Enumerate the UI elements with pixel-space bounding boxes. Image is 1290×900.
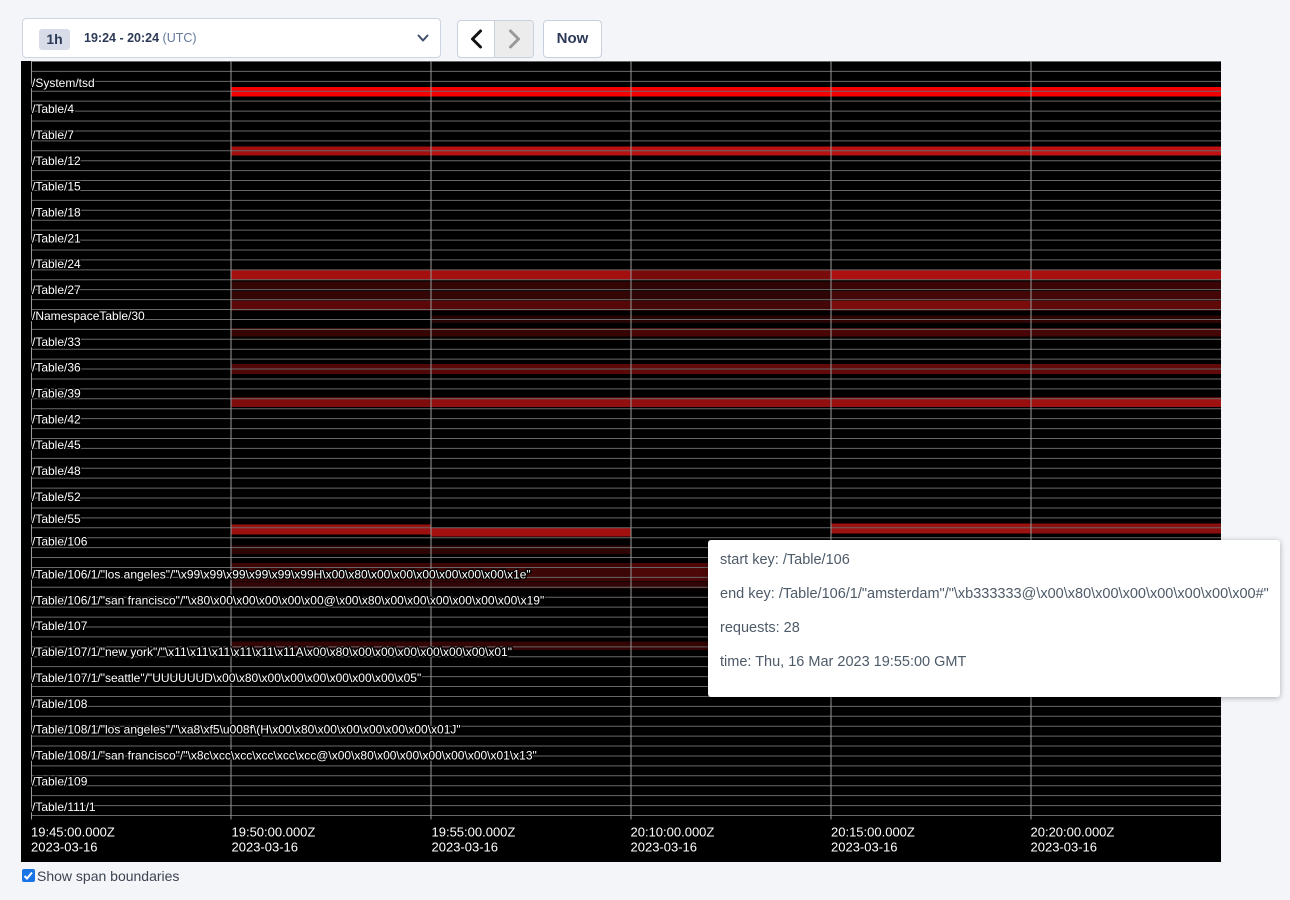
- svg-text:/Table/12: /Table/12: [32, 154, 81, 168]
- svg-text:2023-03-16: 2023-03-16: [631, 840, 698, 855]
- svg-text:/Table/15: /Table/15: [32, 180, 81, 194]
- svg-text:/Table/108/1/"los angeles"/"\x: /Table/108/1/"los angeles"/"\xa8\xf5\u00…: [32, 723, 461, 737]
- svg-text:/Table/108: /Table/108: [32, 697, 88, 711]
- svg-text:20:20:00.000Z: 20:20:00.000Z: [1031, 825, 1115, 840]
- svg-text:/Table/106: /Table/106: [32, 535, 88, 549]
- svg-text:/Table/33: /Table/33: [32, 335, 81, 349]
- svg-text:/Table/27: /Table/27: [32, 283, 81, 297]
- svg-text:/Table/52: /Table/52: [32, 490, 81, 504]
- svg-text:/Table/45: /Table/45: [32, 438, 81, 452]
- svg-text:2023-03-16: 2023-03-16: [31, 840, 98, 855]
- svg-text:/Table/21: /Table/21: [32, 231, 81, 245]
- svg-text:/Table/24: /Table/24: [32, 257, 81, 271]
- svg-text:2023-03-16: 2023-03-16: [831, 840, 898, 855]
- svg-text:/Table/107: /Table/107: [32, 619, 88, 633]
- svg-text:/Table/4: /Table/4: [32, 102, 74, 116]
- svg-text:/Table/7: /Table/7: [32, 128, 74, 142]
- svg-text:/Table/106/1/"los angeles"/"\x: /Table/106/1/"los angeles"/"\x99\x99\x99…: [32, 568, 531, 582]
- svg-text:2023-03-16: 2023-03-16: [1031, 840, 1098, 855]
- svg-text:/Table/18: /Table/18: [32, 206, 81, 220]
- svg-text:/Table/48: /Table/48: [32, 464, 81, 478]
- svg-text:20:15:00.000Z: 20:15:00.000Z: [831, 825, 915, 840]
- svg-text:/System/tsd: /System/tsd: [32, 76, 95, 90]
- svg-text:/Table/39: /Table/39: [32, 387, 81, 401]
- svg-text:/Table/108/1/"san francisco"/": /Table/108/1/"san francisco"/"\x8c\xcc\x…: [32, 749, 537, 763]
- svg-text:19:50:00.000Z: 19:50:00.000Z: [232, 825, 316, 840]
- svg-text:/Table/109: /Table/109: [32, 774, 88, 788]
- svg-text:/Table/107/1/"seattle"/"UUUUUU: /Table/107/1/"seattle"/"UUUUUUD\x00\x80\…: [32, 671, 421, 685]
- svg-text:/Table/42: /Table/42: [32, 412, 81, 426]
- svg-text:/Table/107/1/"new york"/"\x11\: /Table/107/1/"new york"/"\x11\x11\x11\x1…: [32, 645, 512, 659]
- svg-text:2023-03-16: 2023-03-16: [232, 840, 299, 855]
- svg-text:2023-03-16: 2023-03-16: [432, 840, 499, 855]
- svg-text:20:10:00.000Z: 20:10:00.000Z: [631, 825, 715, 840]
- svg-text:/Table/36: /Table/36: [32, 361, 81, 375]
- svg-text:19:45:00.000Z: 19:45:00.000Z: [31, 825, 115, 840]
- svg-text:/Table/111/1: /Table/111/1: [32, 800, 96, 814]
- svg-text:19:55:00.000Z: 19:55:00.000Z: [432, 825, 516, 840]
- svg-text:/Table/106/1/"san francisco"/": /Table/106/1/"san francisco"/"\x80\x00\x…: [32, 593, 544, 607]
- svg-text:/NamespaceTable/30: /NamespaceTable/30: [32, 309, 145, 323]
- svg-text:/Table/55: /Table/55: [32, 512, 81, 526]
